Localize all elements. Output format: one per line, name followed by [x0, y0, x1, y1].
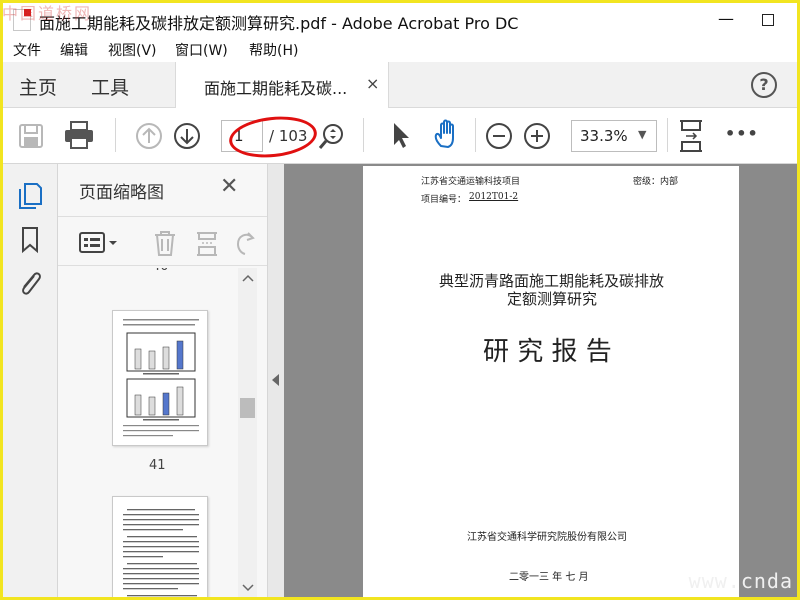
project-number: 2012T01-2	[469, 192, 519, 202]
tab-document-label: 面施工期能耗及碳...	[204, 79, 348, 98]
doc-title-line2: 定额测算研究	[507, 290, 598, 308]
thumbnail-list: 40 41	[58, 268, 238, 597]
select-arrow-icon[interactable]	[389, 120, 413, 150]
chevron-down-icon: ▼	[638, 128, 647, 141]
zoom-level-value: 33.3%	[580, 127, 628, 145]
thumbnail-preview	[123, 319, 199, 437]
more-tools-button[interactable]: •••	[725, 124, 759, 143]
site-watermark-bottom: www.cnda	[688, 569, 793, 593]
menu-bar: 文件 编辑 视图(V) 窗口(W) 帮助(H)	[3, 36, 797, 62]
panel-title: 页面缩略图	[79, 183, 164, 203]
save-icon[interactable]	[17, 122, 45, 150]
zoom-level-dropdown[interactable]: 33.3% ▼	[571, 120, 657, 152]
page-thumbnails-icon[interactable]	[17, 182, 43, 210]
toolbar-divider	[115, 118, 116, 152]
scroll-up-icon[interactable]	[242, 274, 254, 282]
tab-tools[interactable]: 工具	[91, 73, 129, 100]
report-date: 二零一三 年 七 月	[509, 572, 589, 583]
thumbnail-tools	[58, 216, 267, 266]
window-title: 面施工期能耗及碳排放定额测算研究.pdf - Adobe Acrobat Pro…	[39, 14, 519, 33]
menu-file[interactable]: 文件	[13, 40, 41, 60]
hand-tool-icon[interactable]	[431, 118, 463, 150]
menu-window[interactable]: 窗口(W)	[175, 40, 228, 60]
menu-view[interactable]: 视图(V)	[108, 40, 157, 60]
maximize-icon	[762, 13, 774, 26]
title-bar: 面施工期能耗及碳排放定额测算研究.pdf - Adobe Acrobat Pro…	[3, 3, 797, 36]
doc-header-left: 江苏省交通运输科技项目	[421, 177, 521, 187]
page-number-label: 40	[152, 268, 169, 274]
zoom-find-icon[interactable]	[317, 122, 347, 152]
previous-page-icon[interactable]	[135, 122, 163, 150]
toolbar-divider	[475, 118, 476, 152]
thumbnail-scrollbar[interactable]	[238, 268, 257, 597]
toolbar-divider	[363, 118, 364, 152]
tab-document[interactable]: 面施工期能耗及碳... ×	[175, 62, 389, 108]
rotate-page-icon[interactable]	[234, 229, 258, 257]
toolbar: 1 / 103 33.3% ▼ •••	[3, 108, 797, 164]
site-watermark: 中国道桥网	[2, 4, 93, 23]
doc-header-right: 密级：内部	[633, 177, 679, 187]
thumbnail-panel: 页面缩略图 ✕ 40	[58, 164, 267, 597]
fit-page-icon[interactable]	[677, 118, 705, 154]
menu-edit[interactable]: 编辑	[60, 40, 88, 60]
project-number-label: 项目编号：	[421, 195, 467, 205]
attachment-icon[interactable]	[16, 268, 44, 300]
maximize-button[interactable]	[752, 7, 784, 33]
report-heading: 研 究 报 告	[483, 337, 612, 367]
minimize-button[interactable]: —	[710, 7, 742, 33]
options-menu-icon[interactable]	[78, 231, 120, 255]
help-button[interactable]: ?	[751, 72, 777, 98]
menu-help[interactable]: 帮助(H)	[249, 40, 298, 60]
zoom-out-icon[interactable]	[485, 122, 513, 150]
scrollbar-thumb[interactable]	[240, 398, 255, 418]
toolbar-divider	[667, 118, 668, 152]
tab-home[interactable]: 主页	[19, 73, 57, 100]
insert-page-icon[interactable]	[194, 229, 220, 257]
page-thumbnail-42[interactable]	[112, 496, 208, 597]
left-navigation-pane	[3, 164, 58, 597]
next-page-icon[interactable]	[173, 122, 201, 150]
bookmark-icon[interactable]	[20, 226, 40, 254]
pdf-page: 江苏省交通运输科技项目 密级：内部 项目编号： 2012T01-2 典型沥青路面…	[363, 166, 739, 597]
panel-collapse-handle[interactable]	[267, 164, 284, 597]
delete-page-icon[interactable]	[152, 229, 178, 257]
tab-close-button[interactable]: ×	[366, 74, 379, 93]
page-number-label: 41	[149, 458, 166, 473]
page-thumbnail-41[interactable]	[112, 310, 208, 446]
zoom-in-icon[interactable]	[523, 122, 551, 150]
scroll-down-icon[interactable]	[242, 584, 254, 592]
thumbnail-preview	[123, 509, 199, 597]
close-panel-icon[interactable]: ✕	[220, 174, 238, 199]
tab-bar: 主页 工具 面施工期能耗及碳... × ?	[3, 62, 797, 108]
collapse-arrow-icon	[272, 374, 279, 386]
print-icon[interactable]	[63, 120, 95, 150]
organization-name: 江苏省交通科学研究院股份有限公司	[467, 532, 627, 543]
document-view[interactable]: 江苏省交通运输科技项目 密级：内部 项目编号： 2012T01-2 典型沥青路面…	[284, 164, 797, 597]
